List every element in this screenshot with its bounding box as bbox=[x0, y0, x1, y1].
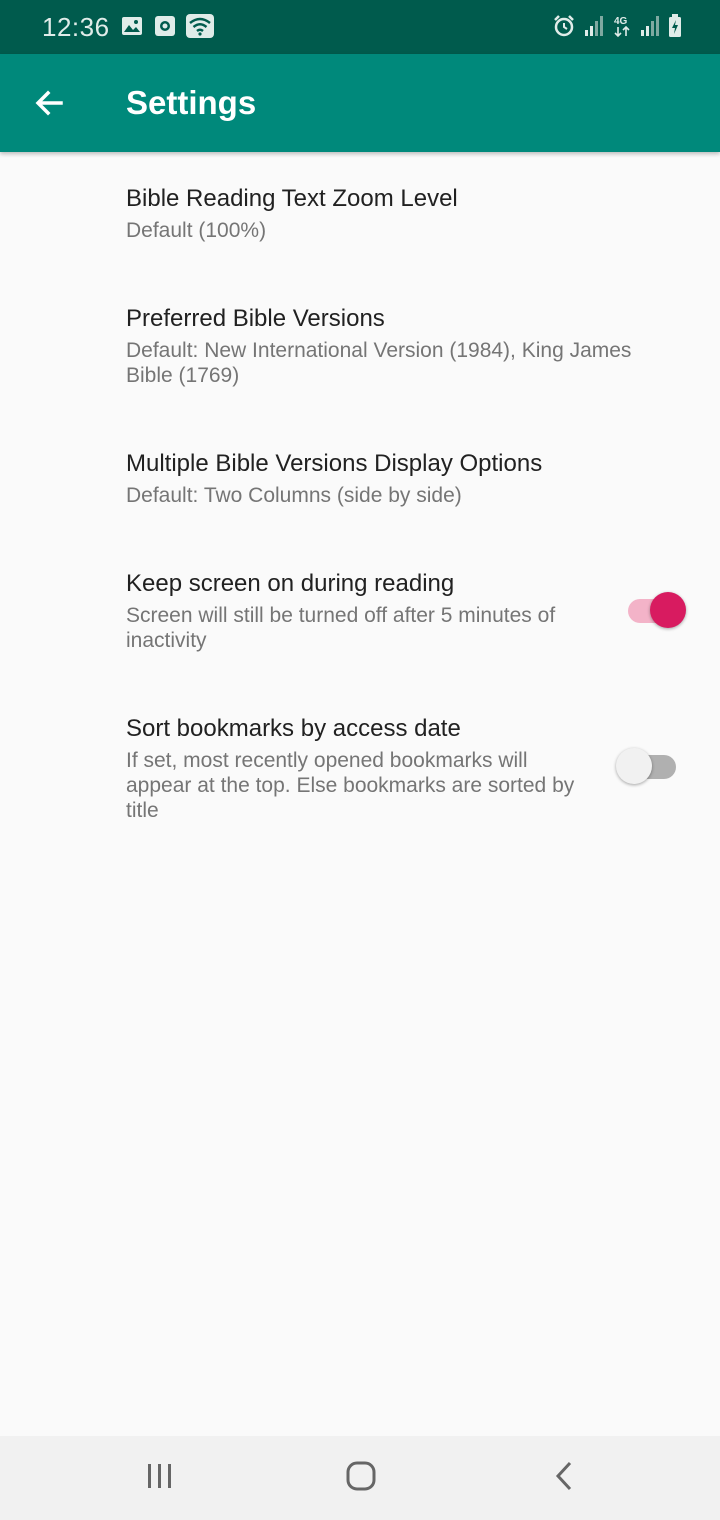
image-icon bbox=[120, 14, 144, 38]
alarm-icon bbox=[552, 14, 576, 38]
status-right-icons: 4G bbox=[552, 14, 682, 38]
keep-screen-on-toggle[interactable] bbox=[628, 590, 688, 630]
wifi-icon bbox=[186, 14, 214, 38]
page-title: Settings bbox=[126, 84, 257, 121]
setting-zoom-level[interactable]: Bible Reading Text Zoom Level Default (1… bbox=[0, 184, 720, 243]
home-button[interactable] bbox=[331, 1456, 391, 1500]
arrow-left-icon bbox=[33, 87, 65, 124]
setting-title: Keep screen on during reading bbox=[126, 570, 455, 597]
setting-title: Preferred Bible Versions bbox=[126, 305, 385, 332]
recents-icon bbox=[145, 1462, 175, 1495]
app-bar: Settings bbox=[0, 54, 720, 152]
screen-record-icon bbox=[154, 14, 176, 38]
back-icon bbox=[552, 1460, 576, 1497]
setting-keep-screen-on[interactable]: Keep screen on during reading Screen wil… bbox=[0, 569, 720, 653]
4g-icon: 4G bbox=[612, 14, 632, 38]
recents-button[interactable] bbox=[130, 1456, 190, 1500]
sort-bookmarks-toggle[interactable] bbox=[616, 746, 676, 786]
setting-title: Sort bookmarks by access date bbox=[126, 715, 461, 742]
system-nav-bar bbox=[0, 1436, 720, 1520]
setting-preferred-versions[interactable]: Preferred Bible Versions Default: New In… bbox=[0, 304, 720, 388]
system-back-button[interactable] bbox=[534, 1456, 594, 1500]
setting-summary: Default (100%) bbox=[126, 219, 267, 242]
setting-sort-bookmarks[interactable]: Sort bookmarks by access date If set, mo… bbox=[0, 714, 720, 823]
signal-icon bbox=[640, 15, 660, 37]
setting-summary: If set, most recently opened bookmarks w… bbox=[126, 749, 575, 822]
toggle-thumb bbox=[650, 592, 686, 628]
setting-display-options[interactable]: Multiple Bible Versions Display Options … bbox=[0, 449, 720, 508]
setting-summary: Default: Two Columns (side by side) bbox=[126, 484, 462, 507]
setting-title: Bible Reading Text Zoom Level bbox=[126, 185, 458, 212]
svg-text:4G: 4G bbox=[614, 16, 628, 27]
setting-title: Multiple Bible Versions Display Options bbox=[126, 450, 543, 477]
status-left-icons bbox=[120, 14, 214, 38]
toggle-thumb bbox=[616, 748, 652, 784]
setting-summary: Screen will still be turned off after 5 … bbox=[126, 604, 556, 652]
home-icon bbox=[345, 1460, 377, 1497]
setting-summary: Default: New International Version (1984… bbox=[126, 339, 632, 387]
battery-icon bbox=[668, 14, 682, 38]
back-button[interactable] bbox=[22, 78, 76, 132]
signal-icon bbox=[584, 15, 604, 37]
status-bar: 12:36 4G bbox=[0, 0, 720, 54]
status-time: 12:36 bbox=[42, 12, 110, 42]
